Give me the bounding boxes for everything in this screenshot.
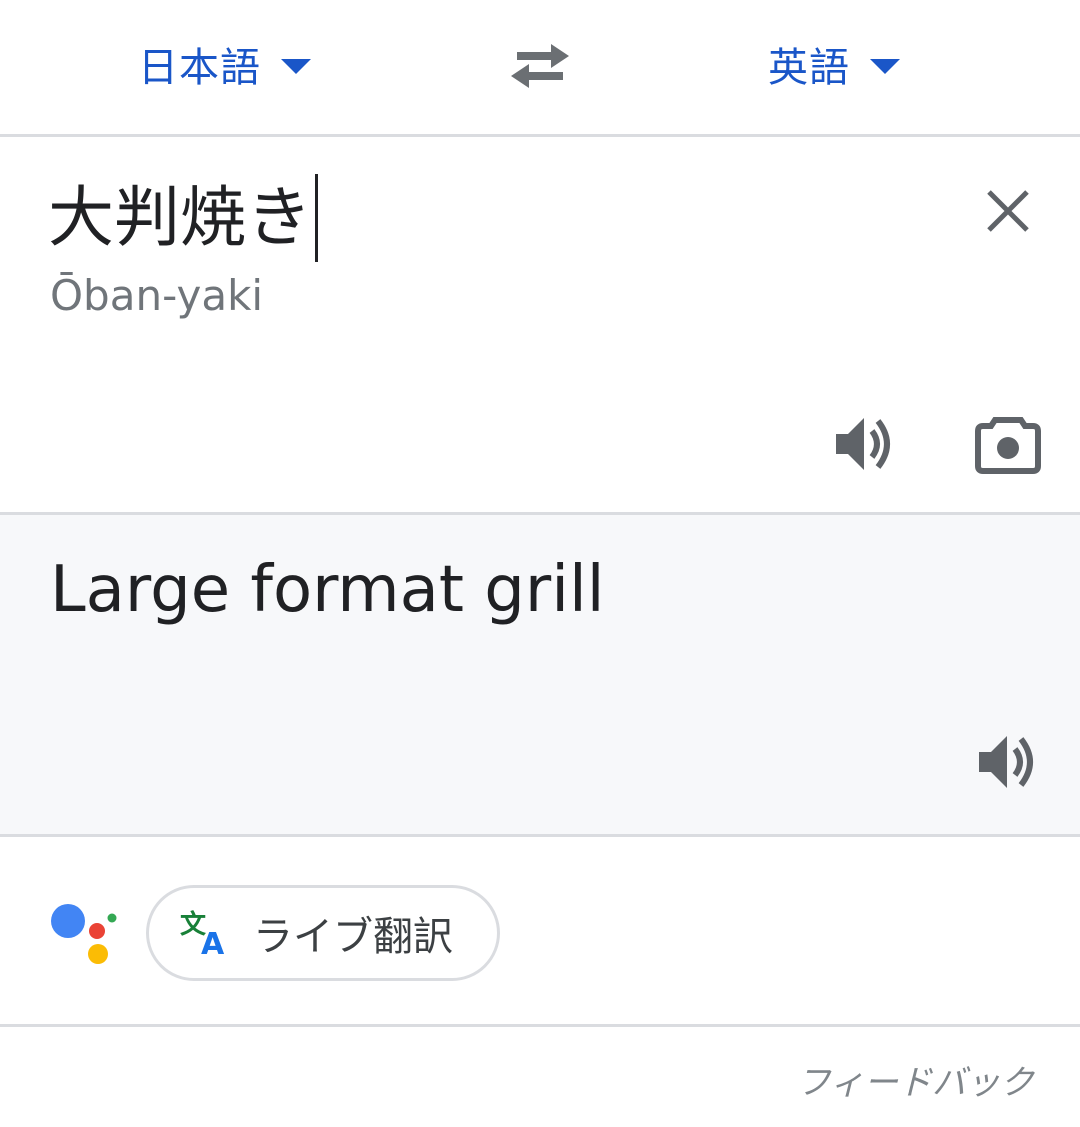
- google-assistant-icon[interactable]: [48, 899, 120, 971]
- speaker-icon: [836, 418, 890, 470]
- speaker-icon: [979, 736, 1033, 788]
- close-icon: [987, 190, 1029, 232]
- translation-panel: Large format grill: [0, 515, 1080, 837]
- chevron-down-icon: [870, 58, 900, 74]
- text-cursor: [315, 174, 318, 262]
- source-speaker-button[interactable]: [830, 409, 900, 479]
- live-translate-button[interactable]: 文 A ライブ翻訳: [146, 885, 500, 981]
- source-text: 大判焼き: [48, 179, 312, 256]
- svg-text:A: A: [201, 927, 225, 957]
- clear-button[interactable]: [978, 181, 1038, 241]
- source-input[interactable]: 大判焼き: [48, 173, 318, 263]
- transliteration: Ōban-yaki: [50, 271, 264, 320]
- feedback-link[interactable]: フィードバック: [797, 1055, 1034, 1104]
- camera-button[interactable]: [970, 409, 1046, 479]
- action-bar: 文 A ライブ翻訳: [0, 837, 1080, 1027]
- live-translate-label: ライブ翻訳: [253, 914, 453, 960]
- chevron-down-icon: [281, 58, 311, 74]
- source-language-button[interactable]: 日本語: [138, 34, 311, 94]
- source-panel: 大判焼き Ōban-yaki: [0, 137, 1080, 515]
- translation-text: Large format grill: [50, 553, 605, 627]
- camera-icon: [975, 417, 1041, 474]
- footer: フィードバック: [0, 1027, 1080, 1127]
- target-language-button[interactable]: 英語: [768, 34, 900, 94]
- translate-icon: 文 A: [180, 909, 225, 957]
- swap-languages-button[interactable]: [505, 36, 575, 96]
- source-language-label: 日本語: [138, 45, 261, 91]
- target-language-label: 英語: [768, 45, 850, 91]
- swap-arrows-icon: [511, 44, 569, 88]
- translation-speaker-button[interactable]: [972, 727, 1044, 797]
- language-bar: 日本語 英語: [0, 0, 1080, 137]
